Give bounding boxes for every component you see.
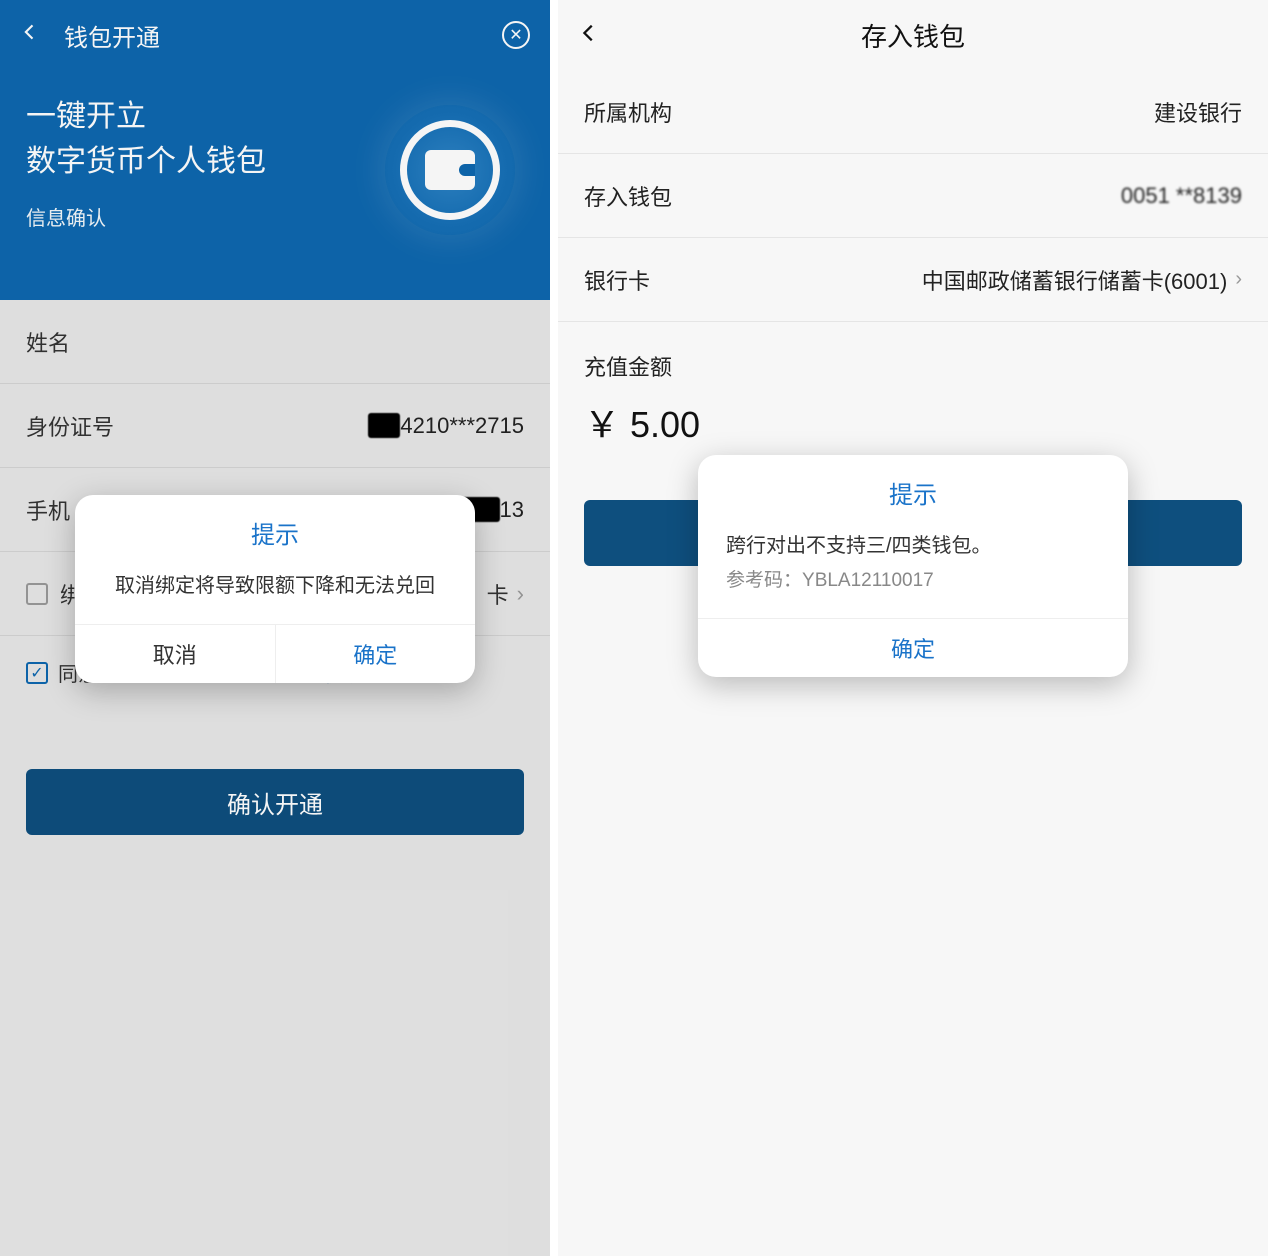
row-card[interactable]: 银行卡 中国邮政储蓄银行储蓄卡(6001) › [558, 238, 1268, 322]
name-label: 姓名 [26, 326, 524, 358]
wallet-label: 存入钱包 [584, 180, 1121, 212]
ok-button[interactable]: 确定 [698, 619, 1128, 677]
navbar: 钱包开通 ✕ [0, 0, 550, 70]
dialog-body: 跨行对出不支持三/四类钱包。 参考码：YBLA12110017 [698, 524, 1128, 618]
amount-label: 充值金额 [558, 322, 1268, 392]
cancel-button[interactable]: 取消 [75, 625, 276, 683]
chevron-right-icon: › [517, 581, 524, 607]
navbar: 存入钱包 [558, 0, 1268, 70]
dialog-message: 跨行对出不支持三/四类钱包。 [726, 530, 1100, 562]
row-wallet[interactable]: 存入钱包 0051 **8139 [558, 154, 1268, 238]
row-org[interactable]: 所属机构 建设银行 [558, 70, 1268, 154]
card-value: 中国邮政储蓄银行储蓄卡(6001) [922, 264, 1228, 296]
dialog-body: 取消绑定将导致限额下降和无法兑回 [75, 564, 475, 624]
back-icon[interactable] [20, 21, 44, 49]
close-icon[interactable]: ✕ [502, 21, 530, 49]
dialog-actions: 取消 确定 [75, 624, 475, 683]
id-label: 身份证号 [26, 410, 368, 442]
id-value: 424210***2715 [368, 413, 524, 439]
dialog-title: 提示 [698, 455, 1128, 524]
row-name[interactable]: 姓名 [0, 300, 550, 384]
phone-deposit: 存入钱包 所属机构 建设银行 存入钱包 0051 **8139 银行卡 中国邮政… [558, 0, 1268, 1256]
phone-wallet-open: 钱包开通 ✕ 一键开立 数字货币个人钱包 信息确认 姓名 身份证号 424210… [0, 0, 550, 1256]
hero-banner: 一键开立 数字货币个人钱包 信息确认 [0, 70, 550, 300]
confirm-dialog: 提示 取消绑定将导致限额下降和无法兑回 取消 确定 [75, 495, 475, 683]
dialog-actions: 确定 [698, 618, 1128, 677]
row-id[interactable]: 身份证号 424210***2715 [0, 384, 550, 468]
page-title: 钱包开通 [64, 18, 502, 53]
checkbox-icon[interactable] [26, 583, 48, 605]
ok-button[interactable]: 确定 [276, 625, 476, 683]
card-label: 银行卡 [584, 264, 922, 296]
page-title: 存入钱包 [622, 17, 1204, 54]
dialog-ref: 参考码：YBLA12110017 [726, 566, 1100, 596]
info-list: 所属机构 建设银行 存入钱包 0051 **8139 银行卡 中国邮政储蓄银行储… [558, 70, 1268, 322]
alert-dialog: 提示 跨行对出不支持三/四类钱包。 参考码：YBLA12110017 确定 [698, 455, 1128, 677]
wallet-value: 0051 **8139 [1121, 183, 1242, 209]
org-value: 建设银行 [1154, 96, 1242, 128]
chevron-right-icon: › [1235, 268, 1242, 291]
agree-checkbox[interactable]: ✓ [26, 662, 48, 684]
org-label: 所属机构 [584, 96, 1154, 128]
dialog-title: 提示 [75, 495, 475, 564]
confirm-open-button[interactable]: 确认开通 [26, 769, 524, 835]
back-icon[interactable] [578, 19, 602, 51]
wallet-icon [385, 105, 515, 235]
bind-suffix: 卡 [487, 578, 509, 610]
